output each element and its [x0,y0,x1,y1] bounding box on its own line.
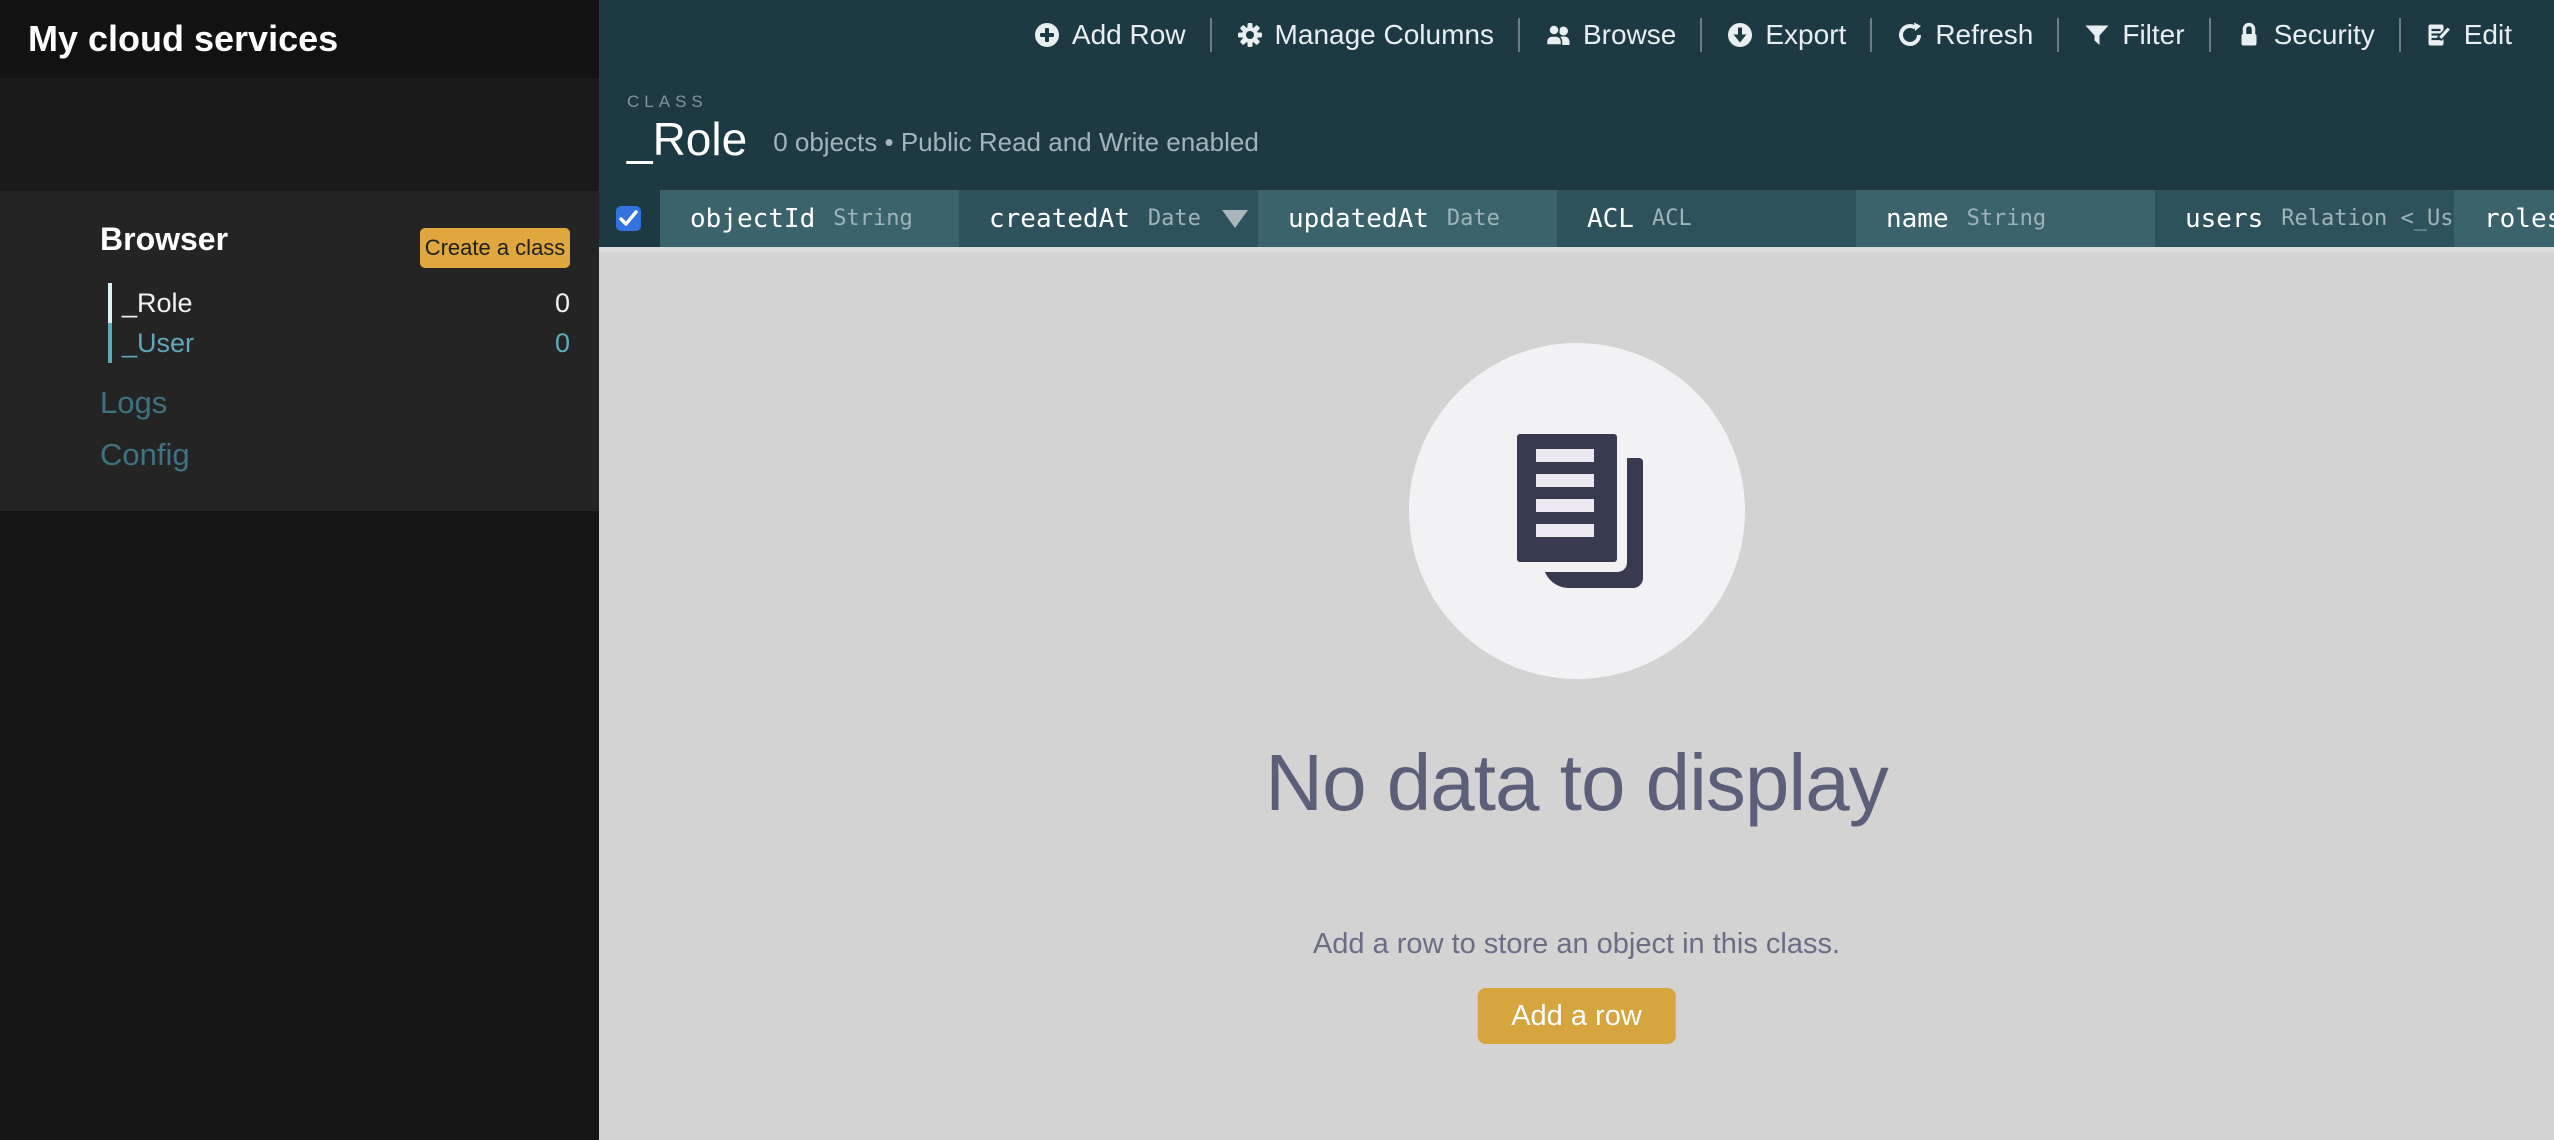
column-type: ACL [1652,206,1692,231]
sidebar: My cloud services Core Browser Create a … [0,0,599,1140]
filter-toolbar-button[interactable]: Filter [2083,19,2184,51]
sidebar-class-role[interactable]: _Role 0 [108,283,570,323]
export-toolbar-button[interactable]: Export [1726,19,1846,51]
toolbar-separator [2399,18,2401,52]
toolbar-separator [2057,18,2059,52]
toolbar-separator [1700,18,1702,52]
column-type: String [1967,206,2046,231]
toolbar-label: Add Row [1072,19,1186,51]
column-name: objectId [690,204,815,234]
toolbar-label: Export [1765,19,1846,51]
toolbar-label: Edit [2464,19,2512,51]
filter-icon [2083,21,2111,49]
column-header-name[interactable]: name String [1856,190,2155,247]
manage-columns-toolbar-button[interactable]: Manage Columns [1236,19,1494,51]
column-type: String [833,206,912,231]
sidebar-item-logs[interactable]: Logs [100,385,167,421]
sidebar-browser-panel: Browser Create a class _Role 0 _User 0 L… [0,191,599,511]
column-header-createdat[interactable]: createdAt Date [959,190,1258,247]
toolbar-separator [1518,18,1520,52]
toolbar-label: Security [2274,19,2375,51]
sidebar-class-user[interactable]: _User 0 [108,323,570,363]
data-grid: No data to display Add a row to store an… [599,247,2554,1140]
select-all-checkbox[interactable] [616,206,641,231]
security-toolbar-button[interactable]: Security [2235,19,2375,51]
toolbar-label: Refresh [1935,19,2033,51]
class-count: 0 [555,328,570,359]
column-name: name [1886,204,1949,234]
page-title: _Role [627,114,747,165]
browse-toolbar-button[interactable]: Browse [1544,19,1676,51]
edit-icon [2425,21,2453,49]
column-header-users[interactable]: users Relation <_Use… [2155,190,2454,247]
gear-icon [1236,21,1264,49]
column-header-acl[interactable]: ACL ACL [1557,190,1856,247]
sidebar-item-core[interactable]: Core [0,78,599,191]
sidebar-item-browser[interactable]: Browser [100,221,228,258]
toolbar: Add Row Manage Columns [599,0,2554,70]
class-name: _User [122,328,194,359]
toolbar-separator [1870,18,1872,52]
create-class-button[interactable]: Create a class [420,228,570,268]
empty-state-badge [1409,343,1745,679]
documents-icon [1517,434,1617,562]
table-header-row: objectId String createdAt Date updatedAt… [599,190,2554,247]
column-name: users [2185,204,2263,234]
select-all-cell [599,190,660,247]
lock-icon [2235,21,2263,49]
empty-state-caption: Add a row to store an object in this cla… [599,928,2554,961]
column-name: updatedAt [1288,204,1429,234]
sidebar-item-config[interactable]: Config [100,437,190,473]
add-row-button[interactable]: Add a row [1477,988,1676,1044]
refresh-icon [1896,21,1924,49]
class-count: 0 [555,288,570,319]
class-header: CLASS _Role 0 objects • Public Read and … [627,92,1259,165]
column-type: Date [1148,206,1201,231]
column-name: ACL [1587,204,1634,234]
toolbar-separator [1210,18,1212,52]
toolbar-label: Manage Columns [1275,19,1494,51]
column-type: Relation <_Use… [2281,206,2454,231]
column-header-roles[interactable]: roles [2454,190,2554,247]
people-icon [1544,21,1572,49]
toolbar-label: Browse [1583,19,1676,51]
class-subtitle: 0 objects • Public Read and Write enable… [773,127,1259,165]
toolbar-separator [2209,18,2211,52]
empty-state-title: No data to display [599,737,2554,829]
column-name: createdAt [989,204,1130,234]
add-circle-icon [1033,21,1061,49]
refresh-toolbar-button[interactable]: Refresh [1896,19,2033,51]
edit-toolbar-button[interactable]: Edit [2425,19,2512,51]
main-content: Add Row Manage Columns [599,0,2554,1140]
download-circle-icon [1726,21,1754,49]
parse-dashboard: My cloud services Core Browser Create a … [0,0,2554,1140]
column-header-objectid[interactable]: objectId String [660,190,959,247]
column-type: Date [1447,206,1500,231]
app-title: My cloud services [0,0,599,78]
check-icon [619,210,638,227]
column-header-updatedat[interactable]: updatedAt Date [1258,190,1557,247]
class-name: _Role [122,288,193,319]
grid-top-strip [599,247,2554,252]
sort-desc-icon[interactable] [1222,210,1248,228]
add-row-toolbar-button[interactable]: Add Row [1033,19,1186,51]
column-name: roles [2484,204,2554,234]
toolbar-label: Filter [2122,19,2184,51]
class-list: _Role 0 _User 0 [108,283,570,363]
class-kicker: CLASS [627,92,1259,112]
